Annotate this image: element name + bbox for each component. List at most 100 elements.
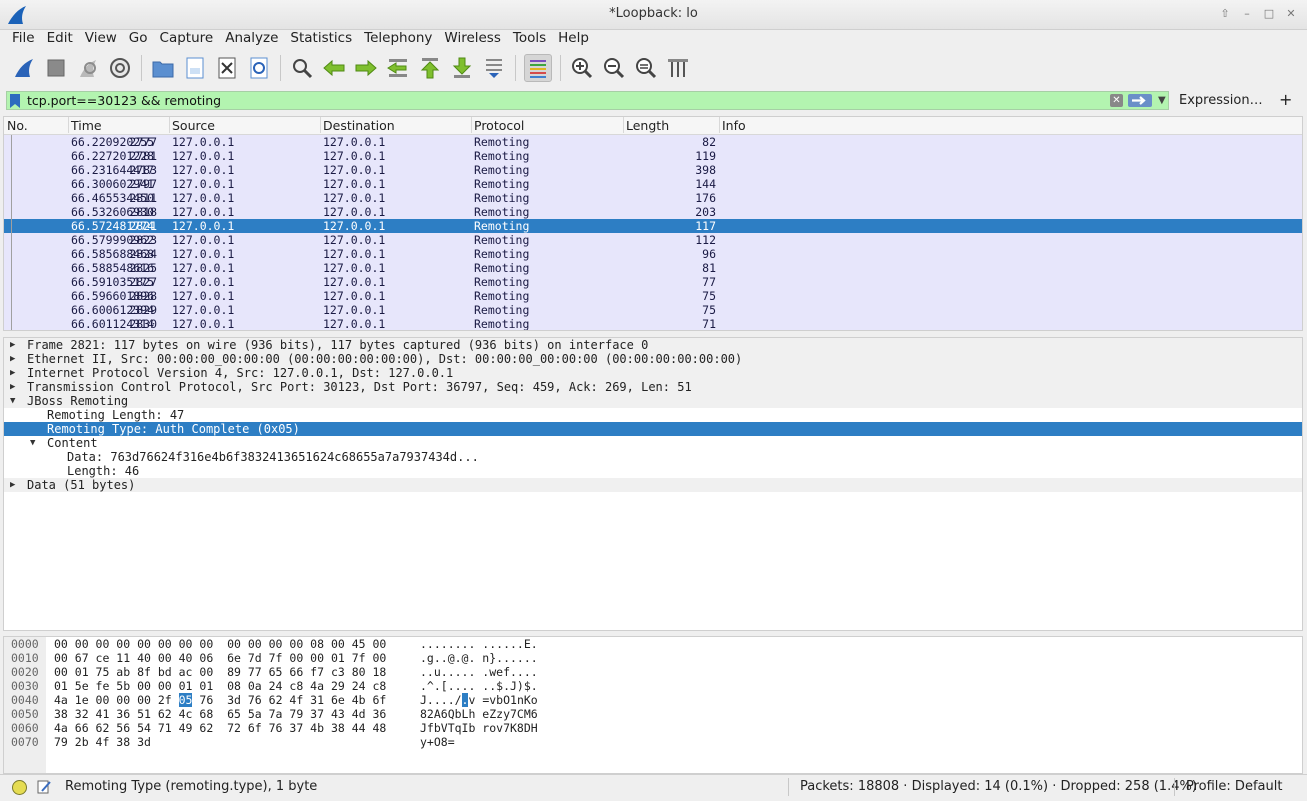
shark-fin-start-icon[interactable] bbox=[11, 55, 37, 81]
packet-length: 176 bbox=[695, 191, 716, 205]
last-packet-icon[interactable] bbox=[449, 55, 475, 81]
detail-tree-item[interactable]: ▶ Frame 2821: 117 bytes on wire (936 bits… bbox=[4, 338, 1302, 352]
expert-info-led-icon[interactable] bbox=[12, 780, 27, 795]
add-filter-button[interactable]: + bbox=[1279, 90, 1292, 109]
first-packet-icon[interactable] bbox=[417, 55, 443, 81]
packet-bytes[interactable]: 0000 00 00 00 00 00 00 00 00 00 00 00 00 … bbox=[3, 636, 1303, 774]
related-packet-marker bbox=[4, 205, 13, 219]
detail-tree-item[interactable]: ▼ Content bbox=[4, 436, 1302, 450]
packet-row[interactable]: 2825 66.588548616 127.0.0.1 127.0.0.1 Remoti… bbox=[4, 261, 1302, 275]
menu-analyze[interactable]: Analyze bbox=[219, 29, 284, 49]
maximize-icon[interactable]: □ bbox=[1261, 6, 1277, 22]
save-file-icon[interactable] bbox=[182, 55, 208, 81]
close-icon[interactable]: ✕ bbox=[1283, 6, 1299, 22]
packet-row[interactable]: 2797 66.300602941 127.0.0.1 127.0.0.1 Remoti… bbox=[4, 177, 1302, 191]
window-up-icon[interactable]: ⇧ bbox=[1217, 6, 1233, 22]
expand-triangle-icon[interactable]: ▶ bbox=[10, 380, 15, 394]
reload-icon[interactable] bbox=[246, 55, 272, 81]
detail-tree-item[interactable]: ▶ Ethernet II, Src: 00:00:00_00:00:00 (00… bbox=[4, 352, 1302, 366]
menu-tools[interactable]: Tools bbox=[507, 29, 552, 49]
detail-tree-item[interactable]: Remoting Length: 47 bbox=[4, 408, 1302, 422]
zoom-out-icon[interactable] bbox=[601, 55, 627, 81]
packet-list[interactable]: No. Time Source Destination Protocol Len… bbox=[3, 116, 1303, 331]
detail-tree-item[interactable]: ▼ JBoss Remoting bbox=[4, 394, 1302, 408]
packet-details[interactable]: ▶ Frame 2821: 117 bytes on wire (936 bits… bbox=[3, 337, 1303, 631]
column-header-info[interactable]: Info bbox=[722, 118, 746, 133]
resize-columns-icon[interactable] bbox=[665, 55, 691, 81]
packet-row[interactable]: 2781 66.227201228 127.0.0.1 127.0.0.1 Remoti… bbox=[4, 149, 1302, 163]
menu-bar: File Edit View Go Capture Analyze Statis… bbox=[0, 29, 1307, 49]
detail-tree-item[interactable]: ▶ Data (51 bytes) bbox=[4, 478, 1302, 492]
expand-triangle-icon[interactable]: ▶ bbox=[10, 478, 15, 492]
menu-wireless[interactable]: Wireless bbox=[438, 29, 507, 49]
go-forward-icon[interactable] bbox=[353, 55, 379, 81]
capture-options-icon[interactable] bbox=[107, 55, 133, 81]
expression-button[interactable]: Expression… bbox=[1179, 93, 1263, 108]
detail-tree-item[interactable]: ▶ Internet Protocol Version 4, Src: 127.0… bbox=[4, 366, 1302, 380]
find-icon[interactable] bbox=[289, 55, 315, 81]
colorize-icon[interactable] bbox=[524, 54, 552, 82]
detail-tree-item[interactable]: Length: 46 bbox=[4, 464, 1302, 478]
menu-view[interactable]: View bbox=[79, 29, 123, 49]
collapse-triangle-icon[interactable]: ▼ bbox=[10, 394, 15, 408]
packet-time: 66.591035175 bbox=[71, 275, 155, 289]
menu-file[interactable]: File bbox=[6, 29, 41, 49]
hex-bytes: 76 3d 76 62 4f 31 6e 4b 6f bbox=[192, 693, 387, 707]
go-back-icon[interactable] bbox=[321, 55, 347, 81]
capture-comment-icon[interactable] bbox=[36, 779, 52, 795]
filter-history-chevron-down-icon[interactable]: ▼ bbox=[1158, 95, 1166, 106]
autoscroll-icon[interactable] bbox=[481, 55, 507, 81]
clear-filter-icon[interactable]: ✕ bbox=[1110, 94, 1123, 107]
packet-row[interactable]: 2821 66.572481774 127.0.0.1 127.0.0.1 Remoti… bbox=[4, 219, 1302, 233]
packet-row[interactable]: 2811 66.465534450 127.0.0.1 127.0.0.1 Remoti… bbox=[4, 191, 1302, 205]
normal-size-icon[interactable] bbox=[633, 55, 659, 81]
apply-filter-icon[interactable] bbox=[1128, 94, 1152, 107]
open-file-icon[interactable] bbox=[150, 55, 176, 81]
packet-row[interactable]: 2828 66.596601896 127.0.0.1 127.0.0.1 Remoti… bbox=[4, 289, 1302, 303]
packet-row[interactable]: 2827 66.591035175 127.0.0.1 127.0.0.1 Remoti… bbox=[4, 275, 1302, 289]
zoom-in-icon[interactable] bbox=[569, 55, 595, 81]
menu-telephony[interactable]: Telephony bbox=[358, 29, 438, 49]
packet-row[interactable]: 2823 66.579990962 127.0.0.1 127.0.0.1 Remoti… bbox=[4, 233, 1302, 247]
menu-help[interactable]: Help bbox=[552, 29, 595, 49]
expand-triangle-icon[interactable]: ▶ bbox=[10, 366, 15, 380]
packet-time: 66.220920255 bbox=[71, 135, 155, 149]
detail-tree-item[interactable]: Data: 763d76624f316e4b6f3832413651624c68… bbox=[4, 450, 1302, 464]
packet-destination: 127.0.0.1 bbox=[323, 289, 386, 303]
close-file-icon[interactable] bbox=[214, 55, 240, 81]
pane-splitter[interactable] bbox=[646, 332, 662, 336]
expand-triangle-icon[interactable]: ▶ bbox=[10, 352, 15, 366]
packet-protocol: Remoting bbox=[474, 317, 530, 331]
packet-row[interactable]: 2829 66.600612394 127.0.0.1 127.0.0.1 Remoti… bbox=[4, 303, 1302, 317]
column-header-source[interactable]: Source bbox=[169, 117, 321, 133]
detail-tree-item[interactable]: Remoting Type: Auth Complete (0x05) bbox=[4, 422, 1302, 436]
menu-capture[interactable]: Capture bbox=[154, 29, 220, 49]
menu-edit[interactable]: Edit bbox=[41, 29, 79, 49]
detail-tree-item[interactable]: ▶ Transmission Control Protocol, Src Port… bbox=[4, 380, 1302, 394]
go-to-packet-icon[interactable] bbox=[385, 55, 411, 81]
display-filter-input[interactable] bbox=[27, 93, 1087, 108]
restart-icon[interactable] bbox=[75, 55, 101, 81]
expand-triangle-icon[interactable]: ▶ bbox=[10, 338, 15, 352]
column-header-protocol[interactable]: Protocol bbox=[471, 117, 624, 133]
stop-icon[interactable] bbox=[43, 55, 69, 81]
minimize-icon[interactable]: – bbox=[1239, 6, 1255, 22]
window-controls: ⇧ – □ ✕ bbox=[1217, 6, 1299, 22]
highlighted-byte[interactable]: 05 bbox=[178, 693, 193, 707]
column-header-no[interactable]: No. bbox=[4, 117, 69, 133]
packet-row[interactable]: 2777 66.220920255 127.0.0.1 127.0.0.1 Remoti… bbox=[4, 135, 1302, 149]
packet-row[interactable]: 2783 66.231644417 127.0.0.1 127.0.0.1 Remoti… bbox=[4, 163, 1302, 177]
filter-bookmark-icon[interactable] bbox=[10, 94, 20, 108]
packet-row[interactable]: 2824 66.585688468 127.0.0.1 127.0.0.1 Remoti… bbox=[4, 247, 1302, 261]
profile-switcher[interactable]: Profile: Default bbox=[1186, 779, 1282, 794]
column-header-time[interactable]: Time bbox=[68, 117, 170, 133]
collapse-triangle-icon[interactable]: ▼ bbox=[30, 436, 35, 450]
menu-statistics[interactable]: Statistics bbox=[284, 29, 358, 49]
column-header-destination[interactable]: Destination bbox=[320, 117, 472, 133]
packet-length: 82 bbox=[702, 135, 716, 149]
column-header-length[interactable]: Length bbox=[623, 117, 720, 133]
packet-destination: 127.0.0.1 bbox=[323, 135, 386, 149]
menu-go[interactable]: Go bbox=[123, 29, 154, 49]
packet-row[interactable]: 2830 66.601124314 127.0.0.1 127.0.0.1 Remoti… bbox=[4, 317, 1302, 331]
packet-row[interactable]: 2818 66.532606930 127.0.0.1 127.0.0.1 Remoti… bbox=[4, 205, 1302, 219]
